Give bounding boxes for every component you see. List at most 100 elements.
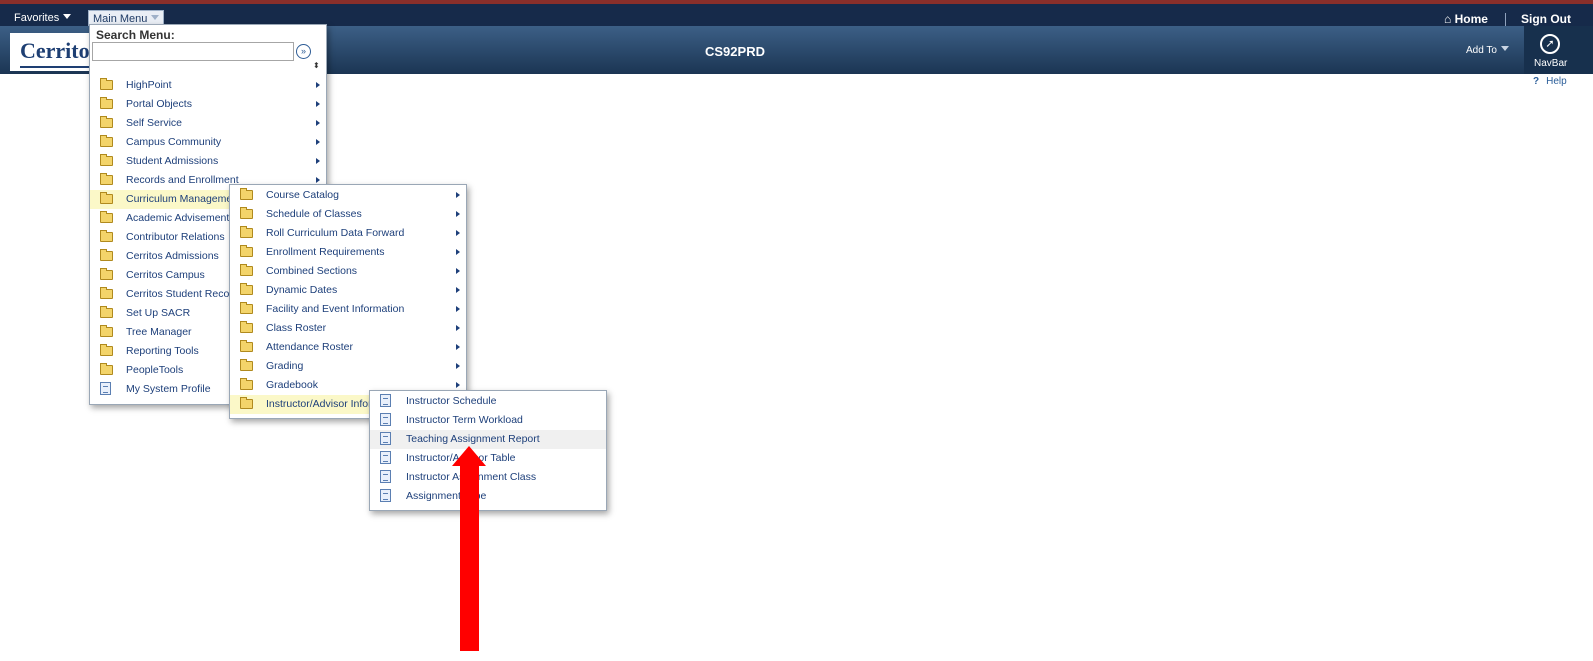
menu-item-campus-community[interactable]: Campus Community <box>90 133 326 152</box>
menu-item-label: Dynamic Dates <box>266 284 338 296</box>
menu-item-class-roster[interactable]: Class Roster <box>230 319 466 338</box>
menu-item-instructor-assignment-class[interactable]: Instructor Assignment Class <box>370 468 606 487</box>
menu-item-dynamic-dates[interactable]: Dynamic Dates <box>230 281 466 300</box>
menu-item-label: Class Roster <box>266 322 327 334</box>
chevron-down-icon <box>63 14 72 19</box>
menu-item-schedule-of-classes[interactable]: Schedule of Classes <box>230 205 466 224</box>
help-icon: ? <box>1533 76 1540 87</box>
document-icon <box>380 413 391 426</box>
search-go-icon[interactable]: » <box>296 44 311 59</box>
chevron-right-icon <box>316 101 320 107</box>
sign-out-link[interactable]: Sign Out <box>1521 12 1571 26</box>
search-menu-input[interactable] <box>92 42 294 61</box>
menu-item-course-catalog[interactable]: Course Catalog <box>230 186 466 205</box>
menu-item-label: Instructor Schedule <box>406 395 497 407</box>
folder-icon <box>240 302 253 314</box>
top-navigation-bar: Favorites Main Menu ⌂ Home Sign Out <box>0 4 1593 28</box>
add-to-label: Add To <box>1466 45 1497 56</box>
menu-item-label: PeopleTools <box>126 364 184 376</box>
folder-icon <box>100 116 113 128</box>
menu-item-label: Set Up SACR <box>126 307 191 319</box>
menu-item-instructor-advisor-table[interactable]: Instructor/Advisor Table <box>370 449 606 468</box>
chevron-right-icon <box>456 363 460 369</box>
menu-item-label: Course Catalog <box>266 189 339 201</box>
chevron-down-icon <box>151 15 160 20</box>
menu-item-instructor-term-workload[interactable]: Instructor Term Workload <box>370 411 606 430</box>
chevron-right-icon <box>456 382 460 388</box>
menu-item-label: Gradebook <box>266 379 318 391</box>
chevron-right-icon <box>316 177 320 183</box>
menu-item-label: Campus Community <box>126 136 222 148</box>
folder-icon <box>240 321 253 333</box>
folder-icon <box>240 226 253 238</box>
menu-item-label: My System Profile <box>126 383 211 395</box>
page-title: CS92PRD <box>705 44 765 59</box>
menu-item-self-service[interactable]: Self Service <box>90 114 326 133</box>
folder-icon <box>100 249 113 261</box>
menu-item-enrollment-requirements[interactable]: Enrollment Requirements <box>230 243 466 262</box>
annotation-arrow-shaft <box>460 464 479 651</box>
compass-icon: ➚ <box>1540 34 1560 54</box>
chevron-right-icon <box>456 287 460 293</box>
navbar-button[interactable]: ➚ NavBar <box>1524 26 1593 74</box>
menu-item-combined-sections[interactable]: Combined Sections <box>230 262 466 281</box>
favorites-menu[interactable]: Favorites <box>14 11 72 25</box>
folder-icon <box>100 230 113 242</box>
chevron-down-icon <box>1500 46 1509 51</box>
folder-icon <box>100 344 113 356</box>
folder-icon <box>100 97 113 109</box>
folder-icon <box>100 192 113 204</box>
menu-item-label: HighPoint <box>126 79 172 91</box>
menu-item-label: Cerritos Student Records <box>126 288 244 300</box>
folder-icon <box>240 359 253 371</box>
menu-item-label: Reporting Tools <box>126 345 199 357</box>
menu-item-student-admissions[interactable]: Student Admissions <box>90 152 326 171</box>
chevron-right-icon <box>456 268 460 274</box>
document-icon <box>380 394 391 407</box>
menu-item-label: Combined Sections <box>266 265 358 277</box>
add-to-button[interactable]: Add To <box>1466 45 1509 56</box>
annotation-arrow <box>452 446 487 651</box>
folder-icon <box>100 173 113 185</box>
folder-icon <box>240 188 253 200</box>
cerritos-logo[interactable]: Cerrito <box>10 33 90 71</box>
folder-icon <box>240 245 253 257</box>
folder-icon <box>100 154 113 166</box>
folder-icon <box>100 78 113 90</box>
menu-item-label: Academic Advisement <box>126 212 230 224</box>
navbar-label: NavBar <box>1534 58 1568 69</box>
chevron-right-icon <box>316 82 320 88</box>
menu-item-label: Schedule of Classes <box>266 208 362 220</box>
chevron-right-icon <box>316 120 320 126</box>
chevron-right-icon <box>316 139 320 145</box>
menu-item-instructor-schedule[interactable]: Instructor Schedule <box>370 392 606 411</box>
folder-icon <box>100 325 113 337</box>
menu-item-label: Attendance Roster <box>266 341 353 353</box>
menu-item-label: Enrollment Requirements <box>266 246 385 258</box>
menu-item-facility-and-event-information[interactable]: Facility and Event Information <box>230 300 466 319</box>
topbar-divider <box>1505 13 1506 27</box>
chevron-right-icon <box>456 230 460 236</box>
folder-icon <box>240 340 253 352</box>
menu-item-grading[interactable]: Grading <box>230 357 466 376</box>
menu-item-highpoint[interactable]: HighPoint <box>90 76 326 95</box>
menu-item-label: Contributor Relations <box>126 231 225 243</box>
help-link[interactable]: ? Help <box>1533 76 1567 87</box>
sort-icon[interactable]: ⬍ <box>313 61 320 70</box>
menu-item-assignment-type[interactable]: Assignment Type <box>370 487 606 506</box>
document-icon <box>100 382 111 395</box>
menu-item-roll-curriculum-data-forward[interactable]: Roll Curriculum Data Forward <box>230 224 466 243</box>
folder-icon <box>240 264 253 276</box>
home-link[interactable]: ⌂ Home <box>1444 12 1488 26</box>
menu-item-portal-objects[interactable]: Portal Objects <box>90 95 326 114</box>
menu-item-label: Cerritos Campus <box>126 269 205 281</box>
menu-item-attendance-roster[interactable]: Attendance Roster <box>230 338 466 357</box>
annotation-arrow-head <box>452 446 486 466</box>
menu-item-label: Facility and Event Information <box>266 303 405 315</box>
menu-item-label: Self Service <box>126 117 183 129</box>
logo-text: Cerrito <box>20 38 90 63</box>
menu-item-teaching-assignment-report[interactable]: Teaching Assignment Report <box>370 430 606 449</box>
chevron-right-icon <box>456 192 460 198</box>
document-icon <box>380 451 391 464</box>
folder-icon <box>100 363 113 375</box>
